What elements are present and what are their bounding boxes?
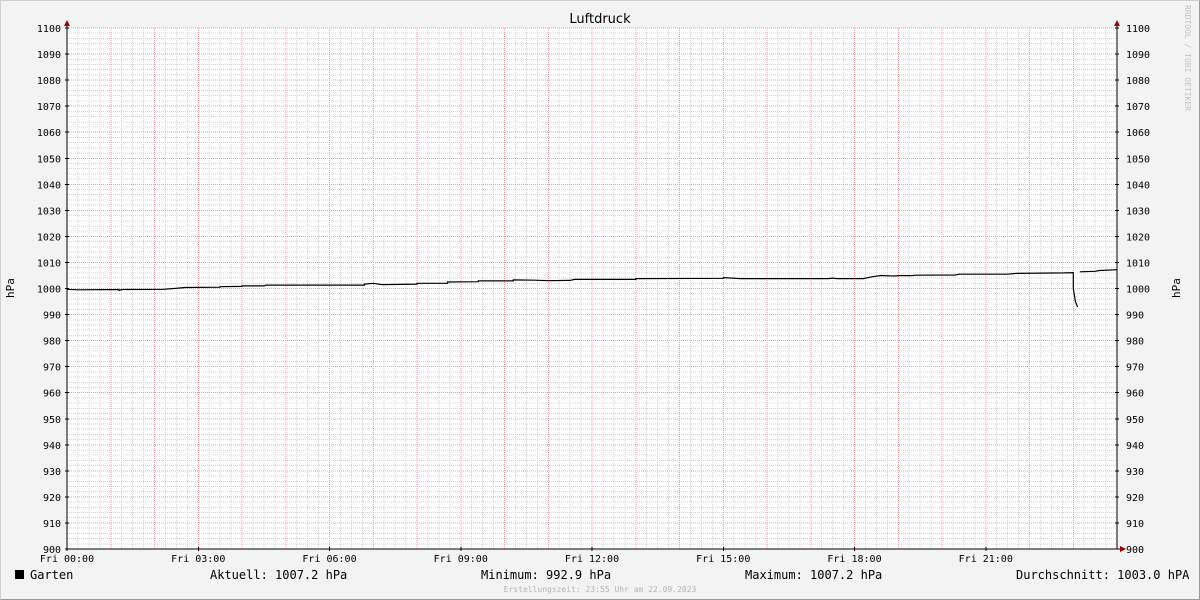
y-axis-label-left: hPa: [4, 278, 17, 298]
y-tick-label-left: 1050: [37, 154, 61, 165]
y-tick-label-right: 1090: [1126, 50, 1150, 61]
y-tick-label-left: 1010: [37, 258, 61, 269]
y-tick-label-left: 1100: [37, 24, 61, 35]
legend-minimum: Minimum: 992.9 hPa: [481, 568, 612, 582]
legend-series-label: Garten: [30, 568, 74, 582]
x-tick-label: Fri 15:00: [696, 554, 750, 565]
y-tick-label-right: 1050: [1126, 154, 1150, 165]
y-tick-label-right: 990: [1126, 311, 1144, 322]
y-tick-label-left: 1070: [37, 102, 61, 113]
rrdtool-credit: RRDTOOL / TOBI OETIKER: [1183, 5, 1192, 111]
legend-average: Durchschnitt: 1003.0 hPA: [1016, 568, 1190, 582]
y-tick-label-right: 900: [1126, 545, 1144, 556]
y-tick-label-right: 930: [1126, 467, 1144, 478]
y-tick-label-right: 910: [1126, 519, 1144, 530]
y-tick-label-left: 950: [43, 415, 61, 426]
y-axis-arrow-right: [1114, 20, 1120, 26]
legend-series: Garten: [15, 568, 73, 582]
y-tick-label-right: 1030: [1126, 206, 1150, 217]
y-tick-label-right: 980: [1126, 337, 1144, 348]
y-tick-label-right: 1020: [1126, 232, 1150, 243]
creation-time-footer: Erstellungszeit: 23:55 Uhr am 22.09.2023: [503, 585, 697, 594]
y-tick-label-left: 1000: [37, 285, 61, 296]
y-tick-label-left: 940: [43, 441, 61, 452]
y-tick-label-right: 920: [1126, 493, 1144, 504]
y-tick-label-left: 990: [43, 311, 61, 322]
x-tick-label: Fri 18:00: [827, 554, 881, 565]
x-tick-label: Fri 21:00: [959, 554, 1013, 565]
y-tick-label-right: 1060: [1126, 128, 1150, 139]
y-axis-arrow-left: [64, 20, 70, 26]
y-tick-label-left: 960: [43, 389, 61, 400]
y-tick-label-left: 1060: [37, 128, 61, 139]
y-tick-label-left: 970: [43, 363, 61, 374]
y-tick-label-right: 1010: [1126, 258, 1150, 269]
legend-swatch: [15, 570, 24, 579]
y-tick-label-left: 920: [43, 493, 61, 504]
y-tick-label-right: 1040: [1126, 180, 1150, 191]
y-tick-label-right: 950: [1126, 415, 1144, 426]
legend-current: Aktuell: 1007.2 hPa: [210, 568, 348, 582]
y-tick-label-right: 1080: [1126, 76, 1150, 87]
y-tick-label-right: 1100: [1126, 24, 1150, 35]
y-axis-label-right: hPa: [1170, 278, 1183, 298]
x-tick-label: Fri 09:00: [434, 554, 488, 565]
y-tick-label-right: 970: [1126, 363, 1144, 374]
y-tick-label-left: 1090: [37, 50, 61, 61]
x-tick-label: Fri 06:00: [302, 554, 356, 565]
x-tick-label: Fri 00:00: [40, 554, 94, 565]
y-tick-label-right: 1000: [1126, 285, 1150, 296]
x-tick-label: Fri 12:00: [565, 554, 619, 565]
x-tick-label: Fri 03:00: [171, 554, 225, 565]
y-tick-label-left: 910: [43, 519, 61, 530]
y-tick-label-left: 1030: [37, 206, 61, 217]
chart-title: Luftdruck: [569, 12, 631, 27]
y-tick-label-left: 1020: [37, 232, 61, 243]
y-tick-label-right: 960: [1126, 389, 1144, 400]
legend-maximum: Maximum: 1007.2 hPa: [745, 568, 883, 582]
y-tick-label-left: 930: [43, 467, 61, 478]
y-tick-label-right: 940: [1126, 441, 1144, 452]
chart-canvas: 900 900910 910920 920930 930940 940950 950960 9…: [4, 12, 1183, 565]
y-tick-label-left: 1040: [37, 180, 61, 191]
y-tick-label-right: 1070: [1126, 102, 1150, 113]
y-tick-label-left: 1080: [37, 76, 61, 87]
y-tick-label-left: 980: [43, 337, 61, 348]
